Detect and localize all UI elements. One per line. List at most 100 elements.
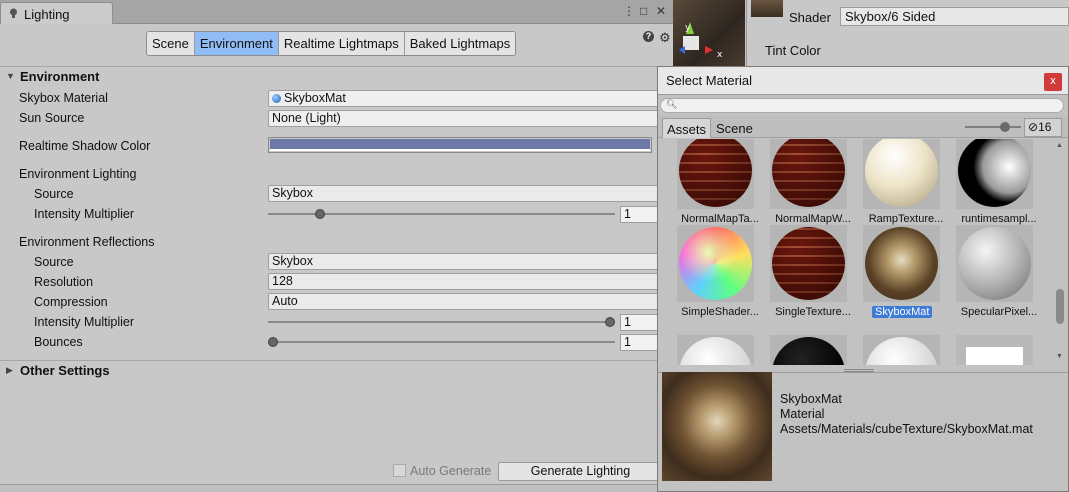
white-square-swatch (966, 347, 1023, 365)
lighting-intensity-input[interactable]: 1 (620, 206, 660, 223)
material-sphere (679, 337, 752, 365)
maximize-icon[interactable]: □ (640, 4, 647, 18)
resolution-label: Resolution (34, 275, 94, 289)
material-grid: NormalMapTa... NormalMapW... RampTexture..… (658, 139, 1054, 365)
lighting-window: Lighting ⋮ □ ✕ Scene Environment Realtim… (0, 0, 673, 492)
reflections-intensity-slider[interactable] (268, 321, 615, 323)
tab-realtime-lightmaps[interactable]: Realtime Lightmaps (278, 32, 405, 55)
resolution-value: 128 (272, 274, 293, 288)
generate-lighting-button[interactable]: Generate Lighting (498, 462, 663, 481)
tab-scene[interactable]: Scene (147, 32, 195, 55)
scene-view-gizmo[interactable]: y x (673, 0, 745, 66)
compression-value: Auto (272, 294, 298, 308)
expand-arrow-icon: ▼ (6, 71, 15, 81)
menu-icon[interactable]: ⋮ (623, 4, 635, 18)
realtime-shadow-color-label: Realtime Shadow Color (19, 139, 151, 153)
gear-icon[interactable]: ⚙ (659, 30, 671, 46)
lightbulb-icon (10, 8, 17, 18)
scroll-down-icon[interactable]: ▼ (1056, 353, 1063, 360)
svg-text:x: x (717, 50, 723, 60)
reflections-source-value: Skybox (272, 254, 313, 268)
material-item-label: runtimesampl... (961, 213, 1037, 225)
skybox-material-field[interactable]: SkyboxMat (268, 90, 668, 107)
material-item-label: RampTexture... (868, 213, 944, 225)
tab-assets[interactable]: Assets (662, 118, 712, 138)
bounces-input[interactable]: 1 (620, 334, 660, 351)
shader-dropdown[interactable]: Skybox/6 Sided (840, 7, 1069, 26)
search-icon: 🔍︎ (666, 99, 678, 109)
material-item-label: SpecularPixel... (960, 306, 1038, 318)
material-sphere (865, 139, 938, 207)
other-settings-section-header[interactable]: ▶ Other Settings (0, 360, 673, 380)
auto-generate-checkbox[interactable] (393, 464, 406, 477)
thumbnail-size-slider[interactable] (965, 126, 1021, 128)
material-thumbnail (677, 139, 754, 209)
environment-section-header[interactable]: ▼ Environment (0, 66, 673, 86)
reflections-intensity-label: Intensity Multiplier (34, 315, 135, 329)
reflections-intensity-thumb[interactable] (605, 317, 615, 327)
material-thumbnail (863, 335, 940, 365)
close-icon[interactable]: ✕ (656, 4, 666, 18)
lighting-tabs: Scene Environment Realtime Lightmaps Bak… (146, 31, 517, 56)
grid-scrollbar[interactable]: ▲ ▼ (1054, 139, 1066, 365)
tab-lighting-label: Lighting (24, 7, 70, 22)
tab-lighting[interactable]: Lighting (0, 2, 113, 24)
thumbnail-size-thumb[interactable] (1000, 122, 1010, 132)
alpha-bar (270, 149, 650, 151)
collapse-arrow-icon: ▶ (6, 365, 13, 375)
material-thumbnail (956, 225, 1033, 302)
material-sphere (865, 337, 938, 365)
scrollbar-thumb[interactable] (1056, 289, 1064, 324)
other-settings-label: Other Settings (20, 363, 110, 378)
material-item-label: NormalMapTa... (681, 213, 759, 225)
bottom-bar (0, 484, 673, 492)
scroll-up-icon[interactable]: ▲ (1056, 142, 1063, 149)
lighting-intensity-thumb[interactable] (315, 209, 326, 219)
lighting-source-label: Source (34, 187, 74, 201)
material-sphere (958, 139, 1031, 207)
bounces-thumb[interactable] (268, 337, 278, 347)
material-thumbnail (770, 225, 847, 302)
tab-scene[interactable]: Scene (712, 118, 757, 138)
svg-text:y: y (685, 23, 691, 33)
skybox-material-label: Skybox Material (19, 91, 108, 105)
tab-baked-lightmaps[interactable]: Baked Lightmaps (404, 32, 516, 55)
preview-type: Material (780, 407, 825, 421)
dialog-titlebar: Select Material (658, 67, 1068, 95)
dialog-title: Select Material (666, 73, 752, 88)
compression-dropdown[interactable]: Auto (268, 293, 668, 310)
material-thumbnail (770, 139, 847, 209)
hidden-items-toggle[interactable]: ⊘16 (1024, 118, 1062, 137)
material-thumbnail (770, 335, 847, 365)
resolution-dropdown[interactable]: 128 (268, 273, 668, 290)
material-preview-thumb (751, 0, 783, 17)
material-item-label: SimpleShader... (681, 306, 759, 318)
material-thumbnail (863, 225, 940, 302)
environment-lighting-label: Environment Lighting (19, 167, 137, 181)
sun-source-field[interactable]: None (Light) (268, 110, 668, 127)
reflections-intensity-input[interactable]: 1 (620, 314, 660, 331)
material-item-label: SkyboxMat (872, 306, 933, 318)
sun-source-value: None (Light) (272, 111, 341, 125)
shader-label: Shader (789, 10, 831, 25)
realtime-shadow-color-field[interactable] (268, 137, 652, 153)
material-thumbnail (956, 335, 1033, 365)
tab-environment[interactable]: Environment (194, 32, 279, 55)
sun-source-label: Sun Source (19, 111, 85, 125)
eye-slash-icon: ⊘ (1028, 120, 1039, 134)
lighting-source-dropdown[interactable]: Skybox (268, 185, 668, 202)
dialog-close-button[interactable]: x (1044, 73, 1062, 91)
skybox-material-value: SkyboxMat (284, 91, 346, 105)
material-sphere (772, 139, 845, 207)
material-item-label: SingleTexture... (775, 306, 851, 318)
material-search-input[interactable]: 🔍︎ (660, 98, 1064, 113)
tint-color-label: Tint Color (765, 43, 821, 58)
material-icon (272, 94, 281, 103)
bounces-slider[interactable] (268, 341, 615, 343)
help-icon[interactable]: ? (643, 31, 654, 42)
environment-header-label: Environment (20, 69, 100, 84)
reflections-source-dropdown[interactable]: Skybox (268, 253, 668, 270)
window-titlebar: Lighting ⋮ □ ✕ (0, 0, 673, 24)
preview-path: Assets/Materials/cubeTexture/SkyboxMat.m… (780, 422, 1033, 436)
material-thumbnail (677, 335, 754, 365)
